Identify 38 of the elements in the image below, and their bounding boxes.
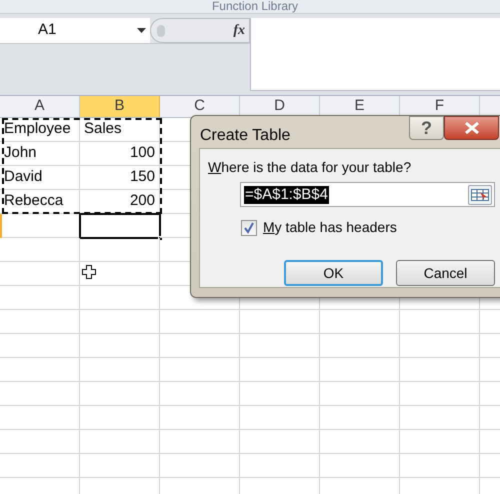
table-cell[interactable]: 200 [80,190,160,214]
close-button[interactable] [444,116,499,140]
range-selector-button[interactable] [468,184,492,204]
table-cell[interactable]: David [0,166,80,190]
name-box[interactable]: A1 [0,18,150,43]
ribbon-group-label: Function Library [212,0,298,12]
cell-text: 150 [130,167,155,188]
table-cell[interactable]: 100 [80,142,160,166]
row-indicator [0,214,2,238]
table-cell[interactable]: Employee [0,118,80,142]
cell-text: David [4,167,42,188]
cell-text: 200 [130,191,155,212]
prompt-label: Where is the data for your table? [208,158,412,177]
help-button[interactable]: ? [409,116,444,140]
column-header[interactable]: B [80,96,160,117]
cell-text: 100 [130,143,155,164]
cell-text: Sales [84,119,122,140]
cell-text: Employee [4,119,71,140]
table-cell[interactable]: 150 [80,166,160,190]
dialog-button[interactable]: Cancel [396,260,495,286]
dialog-button[interactable]: OK [284,260,383,286]
insert-function-button[interactable]: fx [233,20,245,41]
table-cell[interactable]: Rebecca [0,190,80,214]
formula-input[interactable] [250,18,500,91]
checkbox-label: My table has headers [263,218,397,237]
table-cell[interactable] [80,214,160,238]
cell-text: Rebecca [4,191,64,212]
cross-cursor-icon [82,265,96,279]
cell-text: John [4,143,37,164]
splitter-grip-icon[interactable] [157,24,165,36]
headers-checkbox[interactable] [241,220,257,236]
range-field[interactable]: =$A$1:$B$4 [240,182,495,207]
table-cell[interactable]: Sales [80,118,160,142]
dialog-title: Create Table [200,126,290,146]
dropdown-caret-icon [137,28,146,33]
close-icon [464,122,478,134]
table-select-icon [471,188,489,200]
table-cell[interactable]: John [0,142,80,166]
